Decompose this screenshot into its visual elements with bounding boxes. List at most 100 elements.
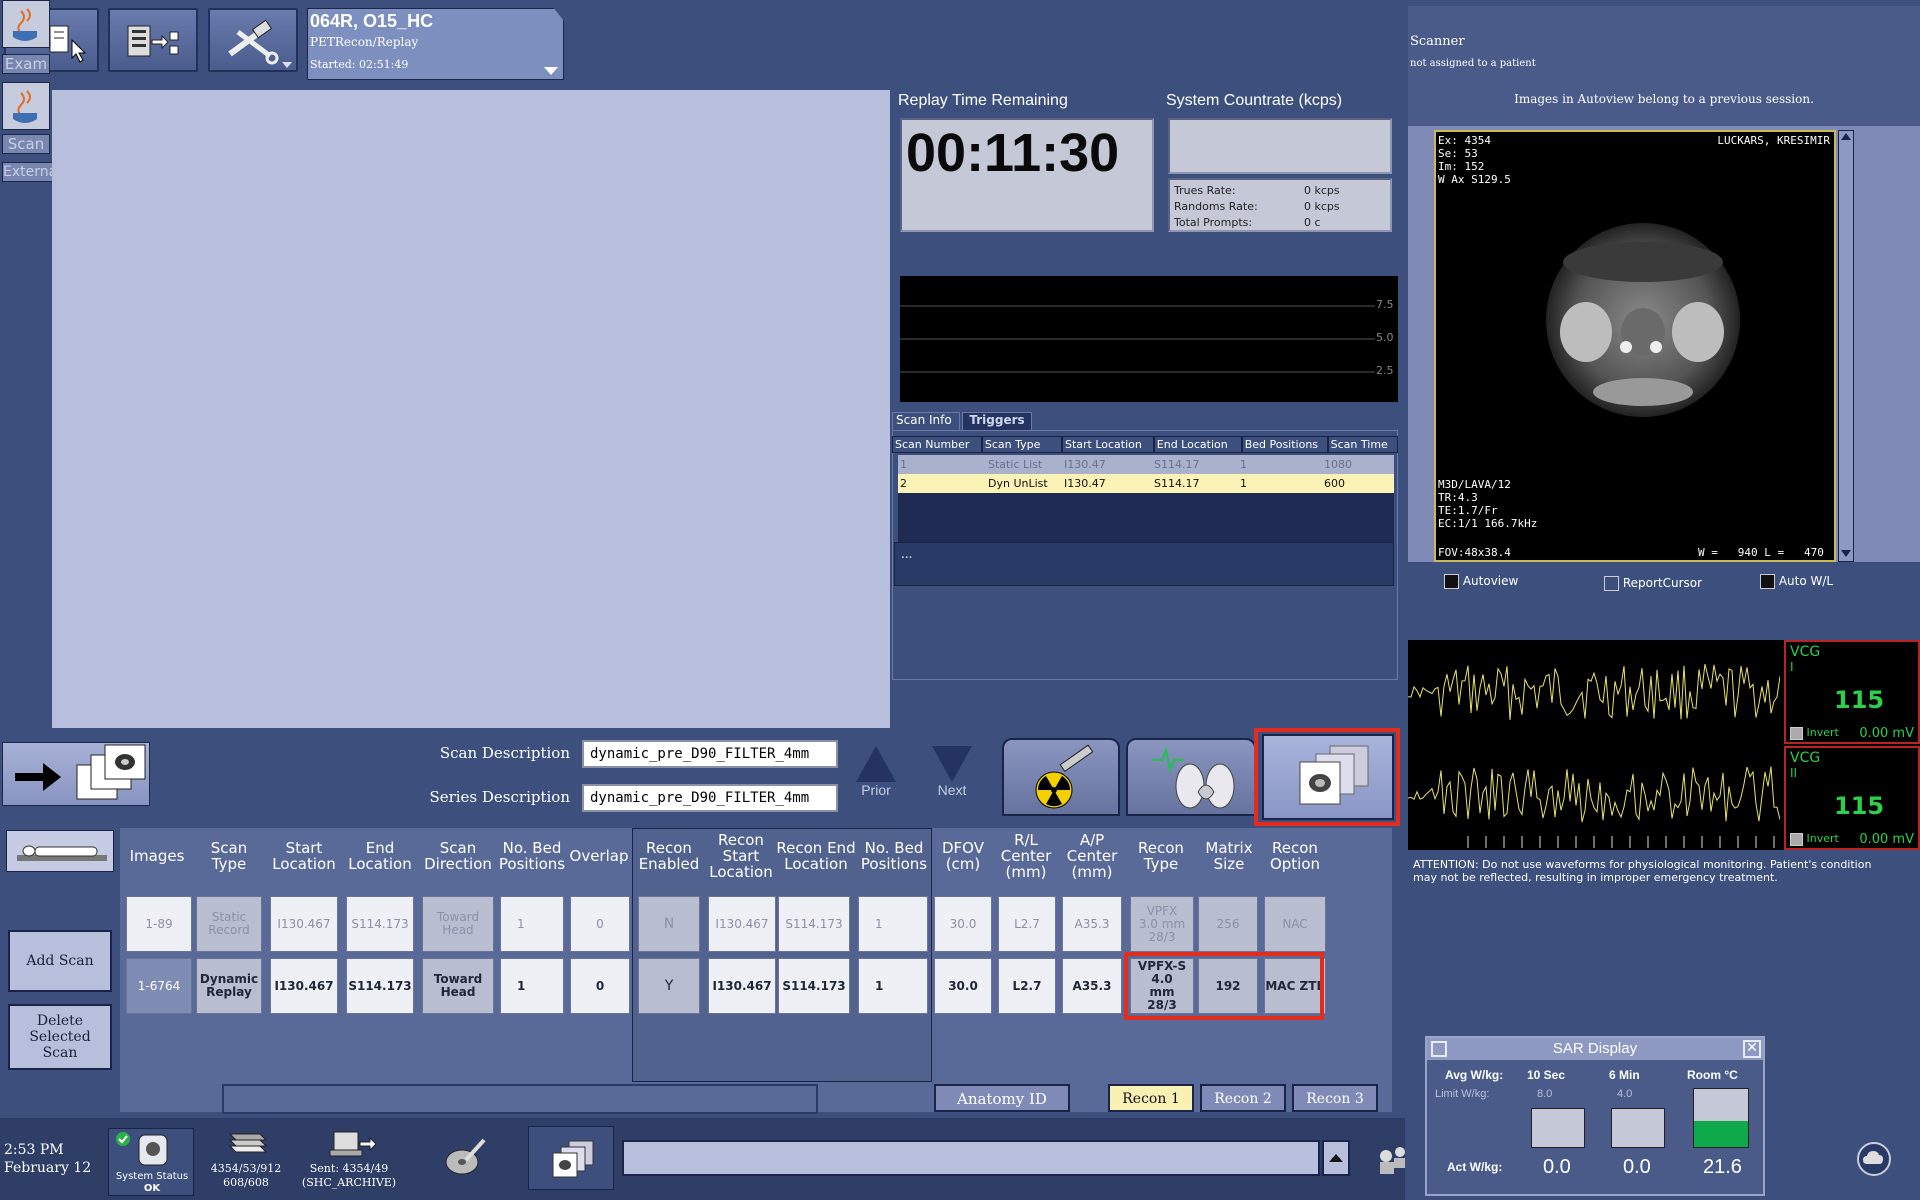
cell[interactable]: I130.467 <box>270 958 338 1014</box>
tab-scan-info[interactable]: Scan Info <box>892 412 960 430</box>
chevron-down-icon[interactable] <box>1841 550 1851 557</box>
highlight-recon-params <box>1124 952 1324 1020</box>
network-send-button[interactable]: Sent: 4354/49 (SHC_ARCHIVE) <box>298 1128 400 1196</box>
tab-radiopharm[interactable] <box>1002 738 1120 816</box>
cell[interactable]: 256 <box>1198 896 1258 952</box>
cell[interactable]: VPFX 3.0 mm 28/3 <box>1130 896 1194 952</box>
chevron-up-icon <box>1329 1154 1343 1162</box>
cell[interactable]: Dynamic Replay <box>196 958 262 1014</box>
tab-recon-3[interactable]: Recon 3 <box>1292 1084 1378 1112</box>
cell[interactable]: Y <box>638 958 700 1014</box>
patient-orientation-icon[interactable] <box>6 830 114 872</box>
add-scan-button[interactable]: Add Scan <box>8 930 112 992</box>
prior-button[interactable]: Prior <box>856 746 896 800</box>
cell: 1 <box>1240 458 1247 471</box>
cell[interactable]: N <box>638 896 700 952</box>
exam-info-tab[interactable]: 064R, O15_HC PETRecon/Replay Started: 02… <box>307 8 564 80</box>
cell[interactable]: 1 <box>500 896 564 952</box>
checkbox-icon[interactable] <box>1790 832 1803 846</box>
cell[interactable]: Toward Head <box>422 958 494 1014</box>
cell[interactable]: NAC <box>1264 896 1326 952</box>
cell[interactable]: 0 <box>570 896 630 952</box>
cell[interactable]: 30.0 <box>934 896 992 952</box>
sidebar-scan[interactable]: Scan <box>2 134 50 154</box>
vcg1-lead: I <box>1790 660 1794 674</box>
sidebar-exam[interactable]: Exam <box>2 54 50 74</box>
cell[interactable]: I130.467 <box>708 958 776 1014</box>
sidebar-external[interactable]: Externa <box>2 162 57 182</box>
image-stack-icon <box>552 1140 594 1178</box>
sar-act-10sec: 0.0 <box>1543 1156 1571 1178</box>
room-temp-fill <box>1694 1120 1748 1147</box>
autowl-checkbox[interactable]: Auto W/L <box>1760 574 1833 589</box>
cell[interactable]: 1-89 <box>126 896 192 952</box>
media-button[interactable] <box>440 1132 490 1182</box>
autoview-image[interactable]: Ex: 4354 Se: 53 Im: 152 W Ax S129.5 LUCK… <box>1434 130 1836 562</box>
cell[interactable]: S114.173 <box>778 958 850 1014</box>
image-count-button[interactable]: 4354/53/912 608/608 <box>200 1128 292 1196</box>
tools-button[interactable] <box>208 8 298 72</box>
tab-gating[interactable] <box>1126 738 1256 816</box>
vcg1-invert[interactable]: Invert <box>1790 726 1839 740</box>
system-status-button[interactable]: System Status OK <box>108 1128 194 1196</box>
vcg2-invert-label: Invert <box>1806 832 1839 845</box>
next-button[interactable]: Next <box>932 746 972 800</box>
horizontal-scrollbar[interactable] <box>222 1084 818 1114</box>
cell[interactable]: 1 <box>858 958 928 1014</box>
cell[interactable]: I130.467 <box>708 896 776 952</box>
sar-titlebar[interactable]: SAR Display ✕ <box>1427 1038 1763 1060</box>
tab-recon-1[interactable]: Recon 1 <box>1108 1084 1194 1112</box>
vcg2-lead: II <box>1790 766 1798 780</box>
tab-recon-2[interactable]: Recon 2 <box>1200 1084 1286 1112</box>
cell[interactable]: 30.0 <box>934 958 992 1014</box>
cell[interactable]: Toward Head <box>422 896 494 952</box>
cell[interactable]: 1 <box>858 896 928 952</box>
cell[interactable]: 0 <box>570 958 630 1014</box>
cell[interactable]: A35.3 <box>1062 958 1122 1014</box>
cell[interactable]: L2.7 <box>998 958 1056 1014</box>
scan-setup-button[interactable] <box>108 8 198 72</box>
autoview-checkbox[interactable]: Autoview <box>1444 574 1518 589</box>
cell[interactable]: S114.173 <box>346 896 414 952</box>
table-row[interactable]: 1 Static List I130.47 S114.17 1 1080 <box>898 455 1394 474</box>
col-header: No. Bed Positions <box>860 839 928 873</box>
reportcursor-checkbox[interactable]: ReportCursor <box>1604 576 1702 591</box>
cell[interactable]: Static Record <box>196 896 262 952</box>
cell[interactable]: 1-6764 <box>126 958 192 1014</box>
image-viewer-button[interactable] <box>528 1126 614 1190</box>
checkbox-icon[interactable] <box>1444 574 1459 589</box>
cloud-sync-icon[interactable] <box>1857 1142 1891 1176</box>
cell: 2 <box>900 477 907 490</box>
checkbox-icon[interactable] <box>1790 726 1803 740</box>
cell[interactable]: L2.7 <box>998 896 1056 952</box>
scan-description-input[interactable] <box>582 740 838 768</box>
exam-dropdown-icon[interactable] <box>544 67 558 75</box>
countrate-display <box>1168 118 1392 174</box>
cell[interactable]: S114.173 <box>778 896 850 952</box>
message-scroll-up[interactable] <box>1322 1140 1350 1176</box>
cell[interactable]: I130.467 <box>270 896 338 952</box>
series-description-input[interactable] <box>582 784 838 812</box>
vcg2-invert[interactable]: Invert <box>1790 832 1839 846</box>
chevron-up-icon[interactable] <box>1841 133 1851 140</box>
vcg2-mv: 0.00 mV <box>1859 832 1914 847</box>
cell[interactable]: S114.173 <box>346 958 414 1014</box>
close-icon[interactable]: ✕ <box>1743 1040 1761 1058</box>
image-transfer-button[interactable] <box>2 742 150 806</box>
cell[interactable]: A35.3 <box>1062 896 1122 952</box>
delete-scan-button[interactable]: Delete Selected Scan <box>8 1004 112 1070</box>
checkbox-icon[interactable] <box>1760 574 1775 589</box>
system-status-bar: 2:53 PM February 12 System Status OK 435… <box>0 1118 1410 1200</box>
anatomy-id-button[interactable]: Anatomy ID <box>934 1084 1070 1112</box>
java-app-icon[interactable] <box>2 82 50 130</box>
scanner-subtitle: not assigned to a patient <box>1410 58 1536 69</box>
cell[interactable]: 1 <box>500 958 564 1014</box>
checkbox-icon[interactable] <box>1604 576 1619 591</box>
cell: 1 <box>1240 477 1247 490</box>
image-scrollbar[interactable] <box>1838 130 1854 562</box>
tab-triggers[interactable]: Triggers <box>962 412 1032 430</box>
vcg-lead-2-panel: VCG II 115 Invert 0.00 mV <box>1784 746 1920 850</box>
table-row[interactable]: 2 Dyn UnList I130.47 S114.17 1 600 <box>898 474 1394 493</box>
col-header: Start Location <box>272 839 336 873</box>
java-app-icon[interactable] <box>2 0 50 48</box>
